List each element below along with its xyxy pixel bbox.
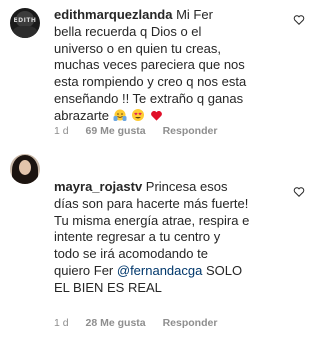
comment-meta: 1 d 69 Me gusta Responder [54, 125, 231, 137]
reply-button[interactable]: Responder [163, 125, 218, 137]
comment-line: todo se irá acomodando te [54, 246, 208, 262]
comment-line: intente regresar a tu centro y [54, 229, 221, 245]
comment-line: quiero Fer [54, 262, 114, 278]
avatar[interactable] [10, 154, 40, 184]
like-heart-icon[interactable] [293, 186, 305, 198]
comment-time[interactable]: 1 d [54, 317, 69, 329]
comment-line: Tu misma energía atrae, respira e [54, 212, 250, 228]
comment-line: universo o en quien tu creas, [54, 40, 221, 56]
comment-line: abrazarte [54, 107, 109, 123]
avatar-text: EDITH [13, 17, 37, 24]
comment-line: EL BIEN ES REAL [54, 279, 162, 295]
mention-link[interactable]: @fernandacga [117, 263, 202, 278]
hugging-face-icon [113, 109, 127, 121]
comment-text: mayra_rojastv Princesa esos días son par… [54, 179, 274, 297]
comment-text: edithmarquezlanda Mi Fer bella recuerda … [54, 7, 274, 125]
likes-count[interactable]: 28 Me gusta [86, 317, 146, 329]
likes-count[interactable]: 69 Me gusta [86, 125, 146, 137]
comment-line: Princesa esos [145, 179, 228, 194]
avatar-face [19, 160, 31, 175]
comment-meta: 1 d 28 Me gusta Responder [54, 317, 231, 329]
comment-line: muchas veces pareciera que nos [54, 57, 245, 73]
comment-line: enseñando !! Te extraño q ganas [54, 90, 244, 106]
red-heart-icon [150, 110, 162, 121]
comment-time[interactable]: 1 d [54, 125, 69, 137]
avatar[interactable]: EDITH [10, 8, 40, 38]
comment-line: bella recuerda q Dios o el [54, 23, 202, 39]
comment-line: esta rompiendo y creo q nos esta [54, 74, 247, 90]
comment-line: días son para hacerte más fuerte! [54, 195, 249, 211]
heart-eyes-face-icon [132, 108, 145, 121]
username[interactable]: edithmarquezlanda [54, 7, 172, 22]
comment-line: Mi Fer [176, 7, 213, 22]
reply-button[interactable]: Responder [163, 317, 218, 329]
like-heart-icon[interactable] [293, 14, 305, 26]
comment-line: SOLO [205, 262, 243, 278]
username[interactable]: mayra_rojastv [54, 179, 142, 194]
